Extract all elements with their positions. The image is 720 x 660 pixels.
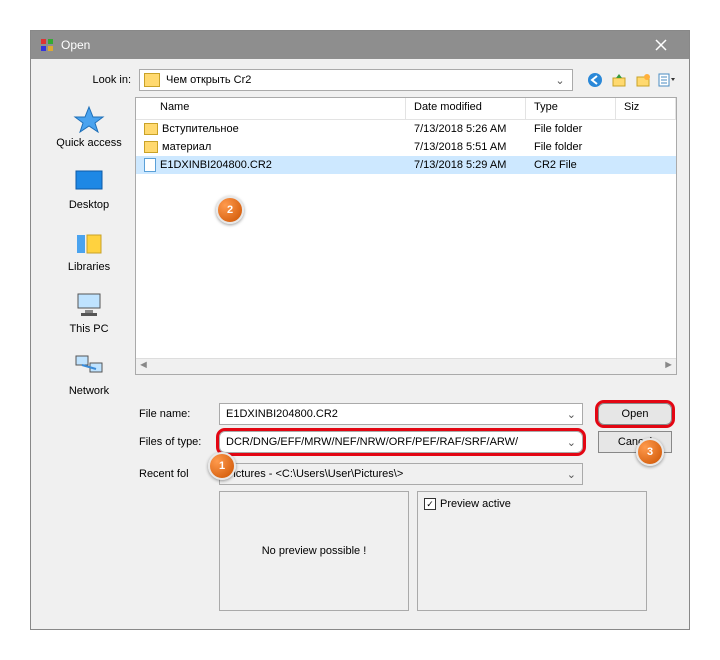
close-button[interactable] (641, 31, 681, 59)
open-dialog: Open Look in: Чем открыть Cr2 ⌄ Quick ac… (30, 30, 690, 630)
libraries-icon (73, 229, 105, 257)
network-icon (73, 353, 105, 381)
annotation-badge-3: 3 (636, 438, 664, 466)
file-row[interactable]: материал7/13/2018 5:51 AMFile folder (136, 138, 676, 156)
check-icon: ✓ (424, 498, 436, 510)
back-button[interactable] (585, 70, 605, 90)
col-type[interactable]: Type (526, 98, 616, 119)
chevron-down-icon: ⌄ (552, 74, 568, 87)
preview-pane: No preview possible ! (219, 491, 409, 611)
star-icon (73, 105, 105, 133)
col-name[interactable]: Name (136, 98, 406, 119)
column-headers[interactable]: Name Date modified Type Siz (136, 98, 676, 120)
col-date[interactable]: Date modified (406, 98, 526, 119)
filename-label: File name: (139, 408, 219, 420)
h-scrollbar[interactable]: ◄► (136, 358, 676, 374)
place-desktop[interactable]: Desktop (69, 167, 109, 211)
desktop-icon (73, 167, 105, 195)
file-list[interactable]: Name Date modified Type Siz Вступительно… (135, 97, 677, 375)
folder-icon (144, 123, 158, 135)
lookin-label: Look in: (43, 74, 139, 86)
place-libraries[interactable]: Libraries (68, 229, 110, 273)
annotation-badge-2: 2 (216, 196, 244, 224)
place-this-pc[interactable]: This PC (69, 291, 108, 335)
chevron-down-icon: ⌄ (567, 436, 576, 449)
col-size[interactable]: Siz (616, 98, 676, 119)
preview-active-checkbox[interactable]: ✓ Preview active (424, 498, 511, 510)
lookin-dropdown[interactable]: Чем открыть Cr2 ⌄ (139, 69, 573, 91)
filter-dropdown[interactable]: DCR/DNG/EFF/MRW/NEF/NRW/ORF/PEF/RAF/SRF/… (219, 431, 583, 453)
file-row[interactable]: E1DXINBI204800.CR27/13/2018 5:29 AMCR2 F… (136, 156, 676, 174)
file-row[interactable]: Вступительное7/13/2018 5:26 AMFile folde… (136, 120, 676, 138)
filename-input[interactable]: E1DXINBI204800.CR2 ⌄ (219, 403, 583, 425)
app-icon (39, 37, 55, 53)
open-button[interactable]: Open (598, 403, 672, 425)
place-network[interactable]: Network (69, 353, 109, 397)
file-icon (144, 158, 156, 172)
pc-icon (73, 291, 105, 319)
lookin-value: Чем открыть Cr2 (166, 74, 552, 86)
places-bar: Quick access Desktop Libraries This PC N… (43, 97, 135, 397)
folder-icon (144, 73, 160, 87)
view-menu-button[interactable] (657, 70, 677, 90)
filter-label: Files of type: (139, 436, 219, 448)
place-quick-access[interactable]: Quick access (56, 105, 121, 149)
chevron-down-icon: ⌄ (567, 468, 576, 481)
annotation-badge-1: 1 (208, 452, 236, 480)
chevron-down-icon: ⌄ (567, 408, 576, 421)
recent-label: Recent fol (139, 468, 219, 480)
window-title: Open (61, 38, 641, 52)
recent-dropdown[interactable]: Pictures - <C:\Users\User\Pictures\> ⌄ (219, 463, 583, 485)
preview-options: ✓ Preview active (417, 491, 647, 611)
folder-icon (144, 141, 158, 153)
titlebar: Open (31, 31, 689, 59)
up-button[interactable] (609, 70, 629, 90)
new-folder-button[interactable] (633, 70, 653, 90)
lookin-row: Look in: Чем открыть Cr2 ⌄ (31, 59, 689, 97)
